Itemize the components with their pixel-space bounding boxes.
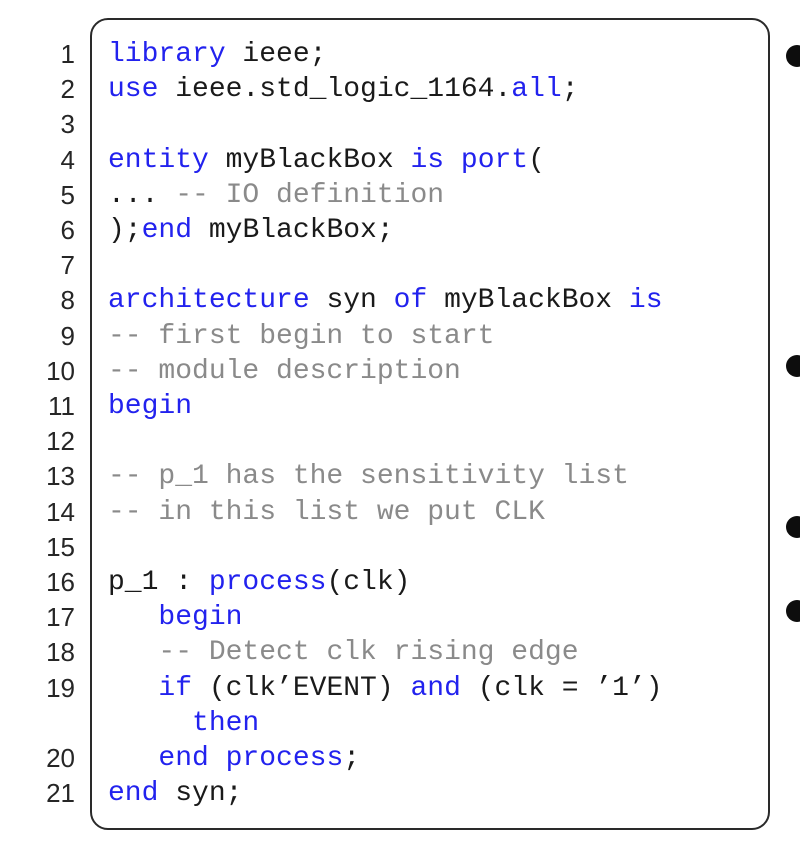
keyword-token: end process <box>158 743 344 774</box>
keyword-token: if <box>158 672 193 704</box>
comment-token: -- Detect clk rising edge <box>158 637 579 669</box>
code-text: if (clk’EVENT) and (clk = ’1’) <box>108 671 663 706</box>
line-number: 1 <box>60 39 75 69</box>
keyword-token: use <box>108 74 159 106</box>
text-token: syn; <box>158 778 243 810</box>
code-text: end process; <box>108 741 360 776</box>
line-number: 16 <box>46 567 75 597</box>
text-token: myBlackBox <box>208 144 411 176</box>
keyword-token: end <box>141 215 193 246</box>
code-text: );end myBlackBox; <box>108 213 394 248</box>
line-number: 13 <box>46 461 75 492</box>
code-text: then <box>108 706 259 741</box>
text-token: (clk = ’1’) <box>460 672 663 704</box>
code-text: ... -- IO definition <box>108 178 444 213</box>
comment-token: -- first begin to start <box>108 320 495 352</box>
text-token: ( <box>528 144 545 176</box>
text-token: myBlackBox; <box>192 215 394 246</box>
line-number: 8 <box>60 285 75 316</box>
line-number: 10 <box>46 355 75 386</box>
line-number: 3 <box>60 109 75 140</box>
comment-token: -- IO definition <box>175 179 445 211</box>
line-number: 7 <box>60 250 75 281</box>
line-number: 6 <box>60 215 75 245</box>
keyword-token: all <box>511 74 562 106</box>
line-number: 5 <box>60 179 75 210</box>
keyword-token: entity <box>108 144 209 176</box>
code-text: entity myBlackBox is port( <box>108 143 545 178</box>
line-number: 20 <box>46 743 75 773</box>
bullet-icon <box>786 600 800 622</box>
code-text: -- in this list we put CLK <box>108 495 545 530</box>
code-text: begin <box>108 389 192 424</box>
keyword-token: begin <box>158 602 243 634</box>
text-token: ; <box>343 743 361 774</box>
line-number: 12 <box>46 426 75 457</box>
keyword-token: is <box>410 144 445 176</box>
text-token: syn <box>309 285 394 317</box>
keyword-token: architecture <box>108 285 310 317</box>
line-number: 15 <box>46 531 75 562</box>
keyword-token: is <box>628 285 663 317</box>
line-number: 9 <box>60 320 75 351</box>
line-number: 21 <box>46 778 75 809</box>
keyword-token: port <box>460 144 529 176</box>
code-text: -- first begin to start <box>108 319 494 354</box>
line-number: 19 <box>46 672 75 703</box>
line-number: 14 <box>46 496 75 527</box>
line-number: 11 <box>48 391 75 421</box>
text-token: myBlackBox <box>427 285 629 317</box>
code-text: p_1 : process(clk) <box>108 565 410 600</box>
text-token: ieee; <box>225 39 327 70</box>
code-text: end syn; <box>108 776 242 811</box>
line-number: 17 <box>46 602 75 633</box>
code-text: -- p_1 has the sensitivity list <box>108 459 629 494</box>
code-text: library ieee; <box>108 37 326 72</box>
bullet-icon <box>786 355 800 377</box>
line-number: 4 <box>60 144 75 175</box>
comment-token: -- module description <box>108 355 461 387</box>
text-token: (clk) <box>326 567 411 598</box>
keyword-token: library <box>108 39 226 70</box>
comment-token: -- p_1 has the sensitivity list <box>108 461 629 493</box>
line-number: 2 <box>60 74 75 105</box>
code-text: architecture syn of myBlackBox is <box>108 283 663 318</box>
text-token: ; <box>561 74 579 106</box>
keyword-token: of <box>393 285 428 317</box>
code-text: -- module description <box>108 354 461 389</box>
keyword-token: begin <box>108 391 193 422</box>
keyword-token: end <box>108 778 159 810</box>
bullet-icon <box>786 45 800 67</box>
text-token: (clk’EVENT) <box>192 672 411 704</box>
text-token: ); <box>108 215 142 246</box>
line-number: 18 <box>46 637 75 668</box>
code-text: -- Detect clk rising edge <box>108 635 579 670</box>
comment-token: -- in this list we put CLK <box>108 496 545 528</box>
keyword-token: and <box>410 672 461 704</box>
code-text: begin <box>108 600 242 635</box>
keyword-token: then <box>192 707 260 739</box>
bullet-icon <box>786 516 800 538</box>
text-token: ... <box>108 179 176 211</box>
keyword-token: process <box>208 567 327 598</box>
text-token: ieee.std_logic_1164. <box>158 74 512 106</box>
text-token: p_1 : <box>108 567 209 598</box>
code-text: use ieee.std_logic_1164.all; <box>108 72 579 107</box>
